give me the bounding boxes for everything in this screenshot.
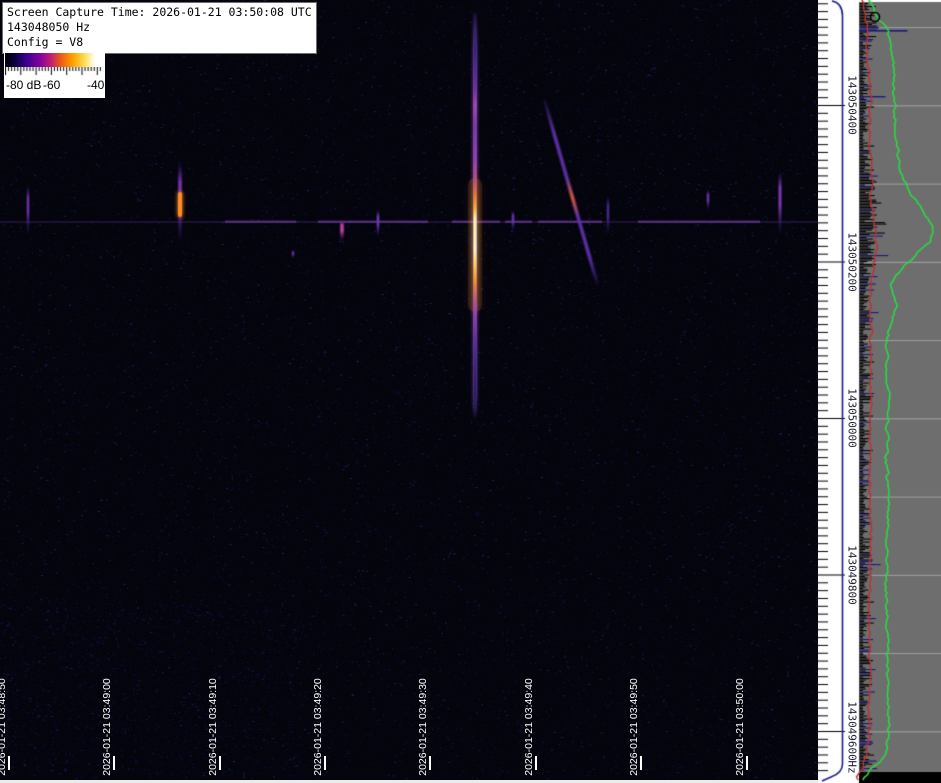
receiver-frequency-line: 143048050 Hz [7,20,312,35]
time-axis-label: 2026-01-21 03:49:10 [207,678,219,776]
time-axis-tick [219,756,221,770]
colorbar-ruler-ticks [5,67,103,78]
time-axis-tick [324,756,326,770]
config-line: Config = V8 [7,35,312,50]
capture-time-line: Screen Capture Time: 2026-01-21 03:50:08… [7,5,312,20]
freq-axis-label: 143049600 [846,701,859,761]
frequency-scale-and-spectrum-panel [818,0,941,783]
freq-axis-label: 143050000 [846,388,859,448]
time-axis-label: 2026-01-21 03:49:20 [312,678,324,776]
time-axis-tick [640,756,642,770]
time-axis-label: 2026-01-21 03:49:00 [101,678,113,776]
freq-axis-label: 143050400 [846,75,859,135]
time-axis-tick [746,756,748,770]
freq-axis-unit: Hz [846,760,859,773]
colorbar-label-60db: -60 [43,78,60,92]
time-axis-label: 2026-01-21 03:49:50 [628,678,640,776]
time-axis-tick [8,756,10,770]
time-axis-label: 2026-01-21 03:49:30 [417,678,429,776]
time-axis-tick [535,756,537,770]
colorbar-label-80db: -80 dB [6,78,41,92]
freq-axis-label: 143049800 [846,545,859,605]
colorbar-labels: -80 dB -60 -40 [4,78,105,96]
time-axis-tick [429,756,431,770]
spectrogram-screen-capture: Screen Capture Time: 2026-01-21 03:50:08… [0,0,941,783]
time-axis-tick [113,756,115,770]
waterfall-display [0,0,819,783]
db-colorbar: -80 dB -60 -40 [4,52,105,98]
time-axis-label: 2026-01-21 03:49:40 [523,678,535,776]
colorbar-gradient [5,53,103,67]
capture-info-box: Screen Capture Time: 2026-01-21 03:50:08… [2,2,317,54]
colorbar-label-40db: -40 [87,78,104,92]
time-axis-label: 2026-01-21 03:48:50 [0,678,8,776]
freq-axis-label: 143050200 [846,232,859,292]
time-axis-label: 2026-01-21 03:50:00 [734,678,746,776]
